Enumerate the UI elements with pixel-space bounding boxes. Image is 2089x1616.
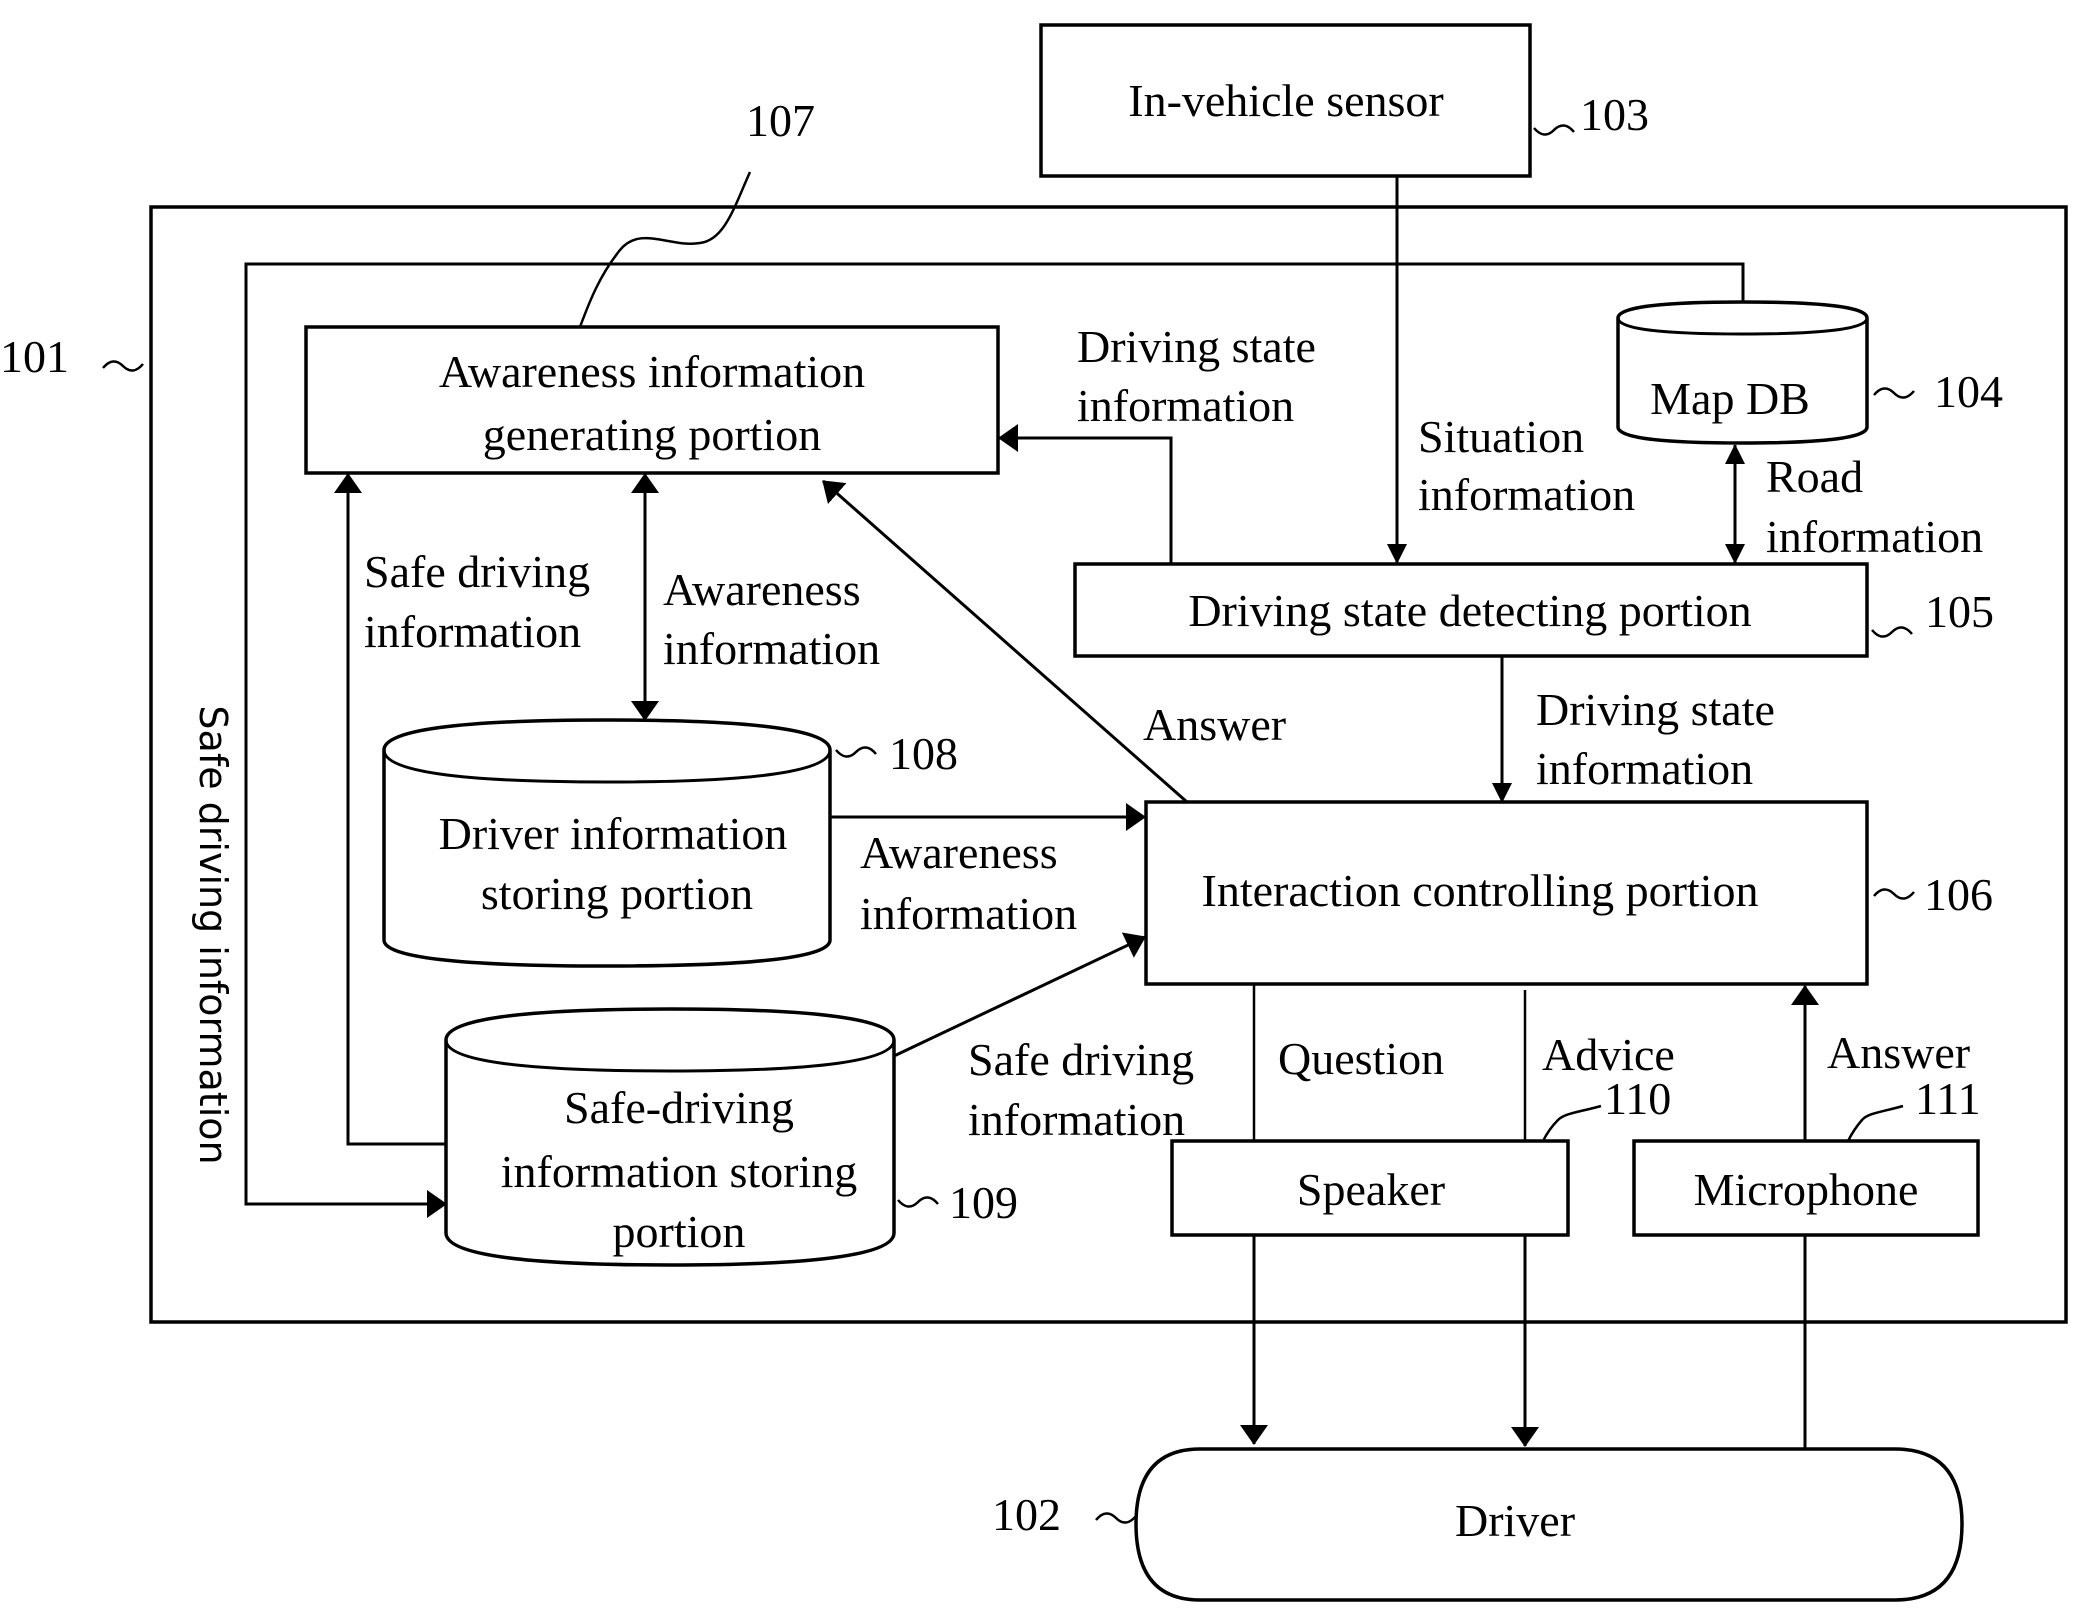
- ref-107: 107: [746, 95, 815, 146]
- awareness-bidirectional-label-1: Awareness: [663, 564, 861, 615]
- system-block-diagram: 101 In-vehicle sensor 103 Safe driving i…: [0, 23, 2068, 1602]
- ref-106-tilde: [1873, 888, 1915, 900]
- answer-from-mic-label: Answer: [1827, 1027, 1970, 1078]
- driving-state-to-interaction-label-2: information: [1536, 743, 1753, 794]
- safe-driving-up-label-1: Safe driving: [364, 546, 590, 597]
- safe-driving-storing-label-2: information storing: [501, 1146, 857, 1197]
- question-label: Question: [1278, 1033, 1444, 1084]
- driving-state-detecting-label: Driving state detecting portion: [1188, 585, 1751, 636]
- driving-state-to-awareness-arrow: [998, 424, 1173, 564]
- ref-105: 105: [1925, 586, 1994, 637]
- ref-102-tilde: [1095, 1512, 1137, 1524]
- ref-108-tilde: [835, 746, 877, 758]
- ref-110-leader: [1541, 1104, 1602, 1142]
- ref-103-tilde: [1533, 124, 1575, 136]
- ref-101-tilde: [102, 360, 144, 372]
- ref-109: 109: [949, 1177, 1018, 1228]
- safe-driving-loop-label: Safe driving information: [191, 705, 235, 1164]
- ref-109-tilde: [897, 1196, 939, 1208]
- in-vehicle-sensor-label: In-vehicle sensor: [1128, 75, 1444, 126]
- ref-104: 104: [1934, 366, 2003, 417]
- ref-107-leader: [578, 171, 752, 328]
- speaker-label: Speaker: [1297, 1164, 1445, 1215]
- safe-driving-storing-label-3: portion: [613, 1206, 746, 1257]
- ref-106: 106: [1924, 869, 1993, 920]
- ref-110: 110: [1604, 1073, 1671, 1124]
- awareness-to-interaction-label-2: information: [860, 888, 1077, 939]
- driving-state-to-awareness-label-1: Driving state: [1077, 321, 1316, 372]
- answer-to-awareness-label: Answer: [1143, 699, 1286, 750]
- awareness-generating-label-1: Awareness information: [439, 346, 865, 397]
- situation-info-label-2: information: [1418, 469, 1635, 520]
- ref-111-leader: [1846, 1104, 1904, 1142]
- driving-state-to-awareness-label-2: information: [1077, 380, 1294, 431]
- ref-101: 101: [0, 331, 69, 382]
- safe-driving-to-interaction-label-2: information: [968, 1094, 1185, 1145]
- awareness-bidirectional-label-2: information: [663, 623, 880, 674]
- awareness-to-interaction-label-1: Awareness: [860, 827, 1058, 878]
- ref-102: 102: [992, 1489, 1061, 1540]
- ref-108: 108: [889, 728, 958, 779]
- safe-driving-storing-label-1: Safe-driving: [564, 1082, 794, 1133]
- driver-label: Driver: [1455, 1495, 1575, 1546]
- ref-105-tilde: [1871, 626, 1913, 638]
- driving-state-to-interaction-label-1: Driving state: [1536, 684, 1775, 735]
- situation-info-label-1: Situation: [1418, 411, 1584, 462]
- safe-driving-up-label-2: information: [364, 606, 581, 657]
- interaction-controlling-label: Interaction controlling portion: [1202, 865, 1759, 916]
- awareness-generating-label-2: generating portion: [483, 409, 822, 460]
- ref-111: 111: [1915, 1073, 1981, 1124]
- driver-info-storing-label-2: storing portion: [481, 868, 753, 919]
- driver-info-storing-label-1: Driver information: [439, 808, 788, 859]
- road-info-label-1: Road: [1766, 451, 1863, 502]
- safe-driving-to-interaction-label-1: Safe driving: [968, 1034, 1194, 1085]
- microphone-label: Microphone: [1694, 1164, 1919, 1215]
- map-db-label: Map DB: [1650, 373, 1810, 424]
- road-info-label-2: information: [1766, 511, 1983, 562]
- ref-104-tilde: [1873, 387, 1915, 399]
- ref-103: 103: [1580, 89, 1649, 140]
